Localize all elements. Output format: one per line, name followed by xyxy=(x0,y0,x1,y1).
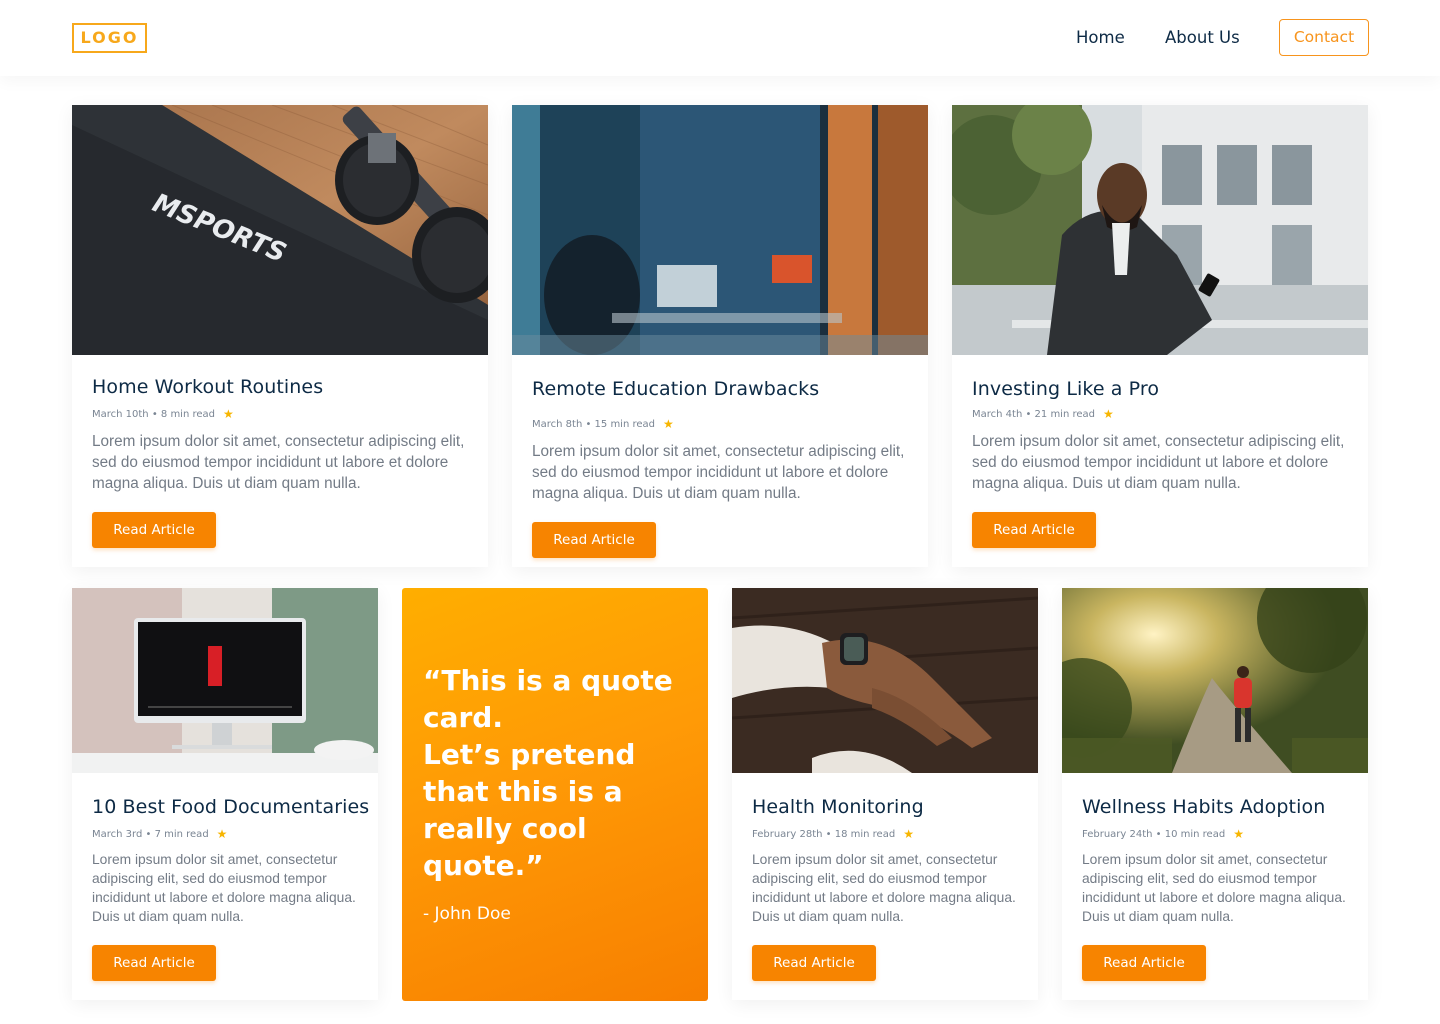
article-meta: March 3rd • 7 min read ★ xyxy=(92,827,227,841)
quote-text: “This is a quote card. Let’s pretend tha… xyxy=(423,662,693,884)
article-image xyxy=(512,105,928,355)
article-card: Investing Like a Pro March 4th • 21 min … xyxy=(952,105,1368,567)
article-meta-text: March 3rd • 7 min read xyxy=(92,828,209,840)
quote-author: - John Doe xyxy=(423,904,511,924)
article-card: MSPORTS Home Workout Routines March 10th… xyxy=(72,105,488,567)
article-card: Remote Education Drawbacks March 8th • 1… xyxy=(512,105,928,567)
article-title: 10 Best Food Documentaries xyxy=(92,796,370,818)
quote-line: Let’s pretend that this is a really cool… xyxy=(423,738,636,882)
article-card: Wellness Habits Adoption February 24th •… xyxy=(1062,588,1368,1000)
read-article-button[interactable]: Read Article xyxy=(92,945,216,981)
article-title: Health Monitoring xyxy=(752,796,924,818)
read-article-button[interactable]: Read Article xyxy=(972,512,1096,548)
star-icon: ★ xyxy=(663,417,674,431)
article-meta: March 10th • 8 min read ★ xyxy=(92,407,234,421)
article-excerpt: Lorem ipsum dolor sit amet, consectetur … xyxy=(752,852,1016,924)
article-title: Home Workout Routines xyxy=(92,376,324,398)
article-card: Health Monitoring February 28th • 18 min… xyxy=(732,588,1038,1000)
article-meta-text: March 10th • 8 min read xyxy=(92,408,215,420)
article-title: Remote Education Drawbacks xyxy=(532,378,820,400)
read-article-button[interactable]: Read Article xyxy=(532,522,656,558)
article-meta: February 24th • 10 min read ★ xyxy=(1082,827,1244,841)
article-title: Investing Like a Pro xyxy=(972,378,1160,400)
article-meta-text: March 8th • 15 min read xyxy=(532,418,655,430)
quote-line: “This is a quote card. xyxy=(423,664,673,734)
quote-card: “This is a quote card. Let’s pretend tha… xyxy=(402,588,708,1001)
article-meta-text: February 28th • 18 min read xyxy=(752,828,896,840)
article-meta: March 8th • 15 min read ★ xyxy=(532,417,674,431)
star-icon: ★ xyxy=(903,827,914,841)
nav-home-link[interactable]: Home xyxy=(1076,28,1125,48)
article-excerpt: Lorem ipsum dolor sit amet, consectetur … xyxy=(972,433,1345,492)
article-meta: March 4th • 21 min read ★ xyxy=(972,407,1114,421)
article-excerpt: Lorem ipsum dolor sit amet, consectetur … xyxy=(532,443,905,502)
article-excerpt: Lorem ipsum dolor sit amet, consectetur … xyxy=(1082,852,1346,924)
article-image xyxy=(1062,588,1368,773)
article-meta-text: February 24th • 10 min read xyxy=(1082,828,1226,840)
article-title: Wellness Habits Adoption xyxy=(1082,796,1326,818)
read-article-button[interactable]: Read Article xyxy=(1082,945,1206,981)
article-excerpt: Lorem ipsum dolor sit amet, consectetur … xyxy=(92,852,356,924)
article-image: MSPORTS xyxy=(72,105,488,355)
read-article-button[interactable]: Read Article xyxy=(92,512,216,548)
site-header: LOGO Home About Us Contact xyxy=(0,0,1440,76)
read-article-button[interactable]: Read Article xyxy=(752,945,876,981)
article-meta-text: March 4th • 21 min read xyxy=(972,408,1095,420)
star-icon: ★ xyxy=(1103,407,1114,421)
article-excerpt: Lorem ipsum dolor sit amet, consectetur … xyxy=(92,433,465,492)
article-image xyxy=(952,105,1368,355)
article-image xyxy=(72,588,378,773)
star-icon: ★ xyxy=(1233,827,1244,841)
logo[interactable]: LOGO xyxy=(72,23,147,53)
article-meta: February 28th • 18 min read ★ xyxy=(752,827,914,841)
article-image xyxy=(732,588,1038,773)
star-icon: ★ xyxy=(216,827,228,841)
contact-button[interactable]: Contact xyxy=(1279,19,1369,56)
nav-about-link[interactable]: About Us xyxy=(1165,28,1240,48)
article-card: 10 Best Food Documentaries March 3rd • 7… xyxy=(72,588,378,1000)
star-icon: ★ xyxy=(223,407,234,421)
